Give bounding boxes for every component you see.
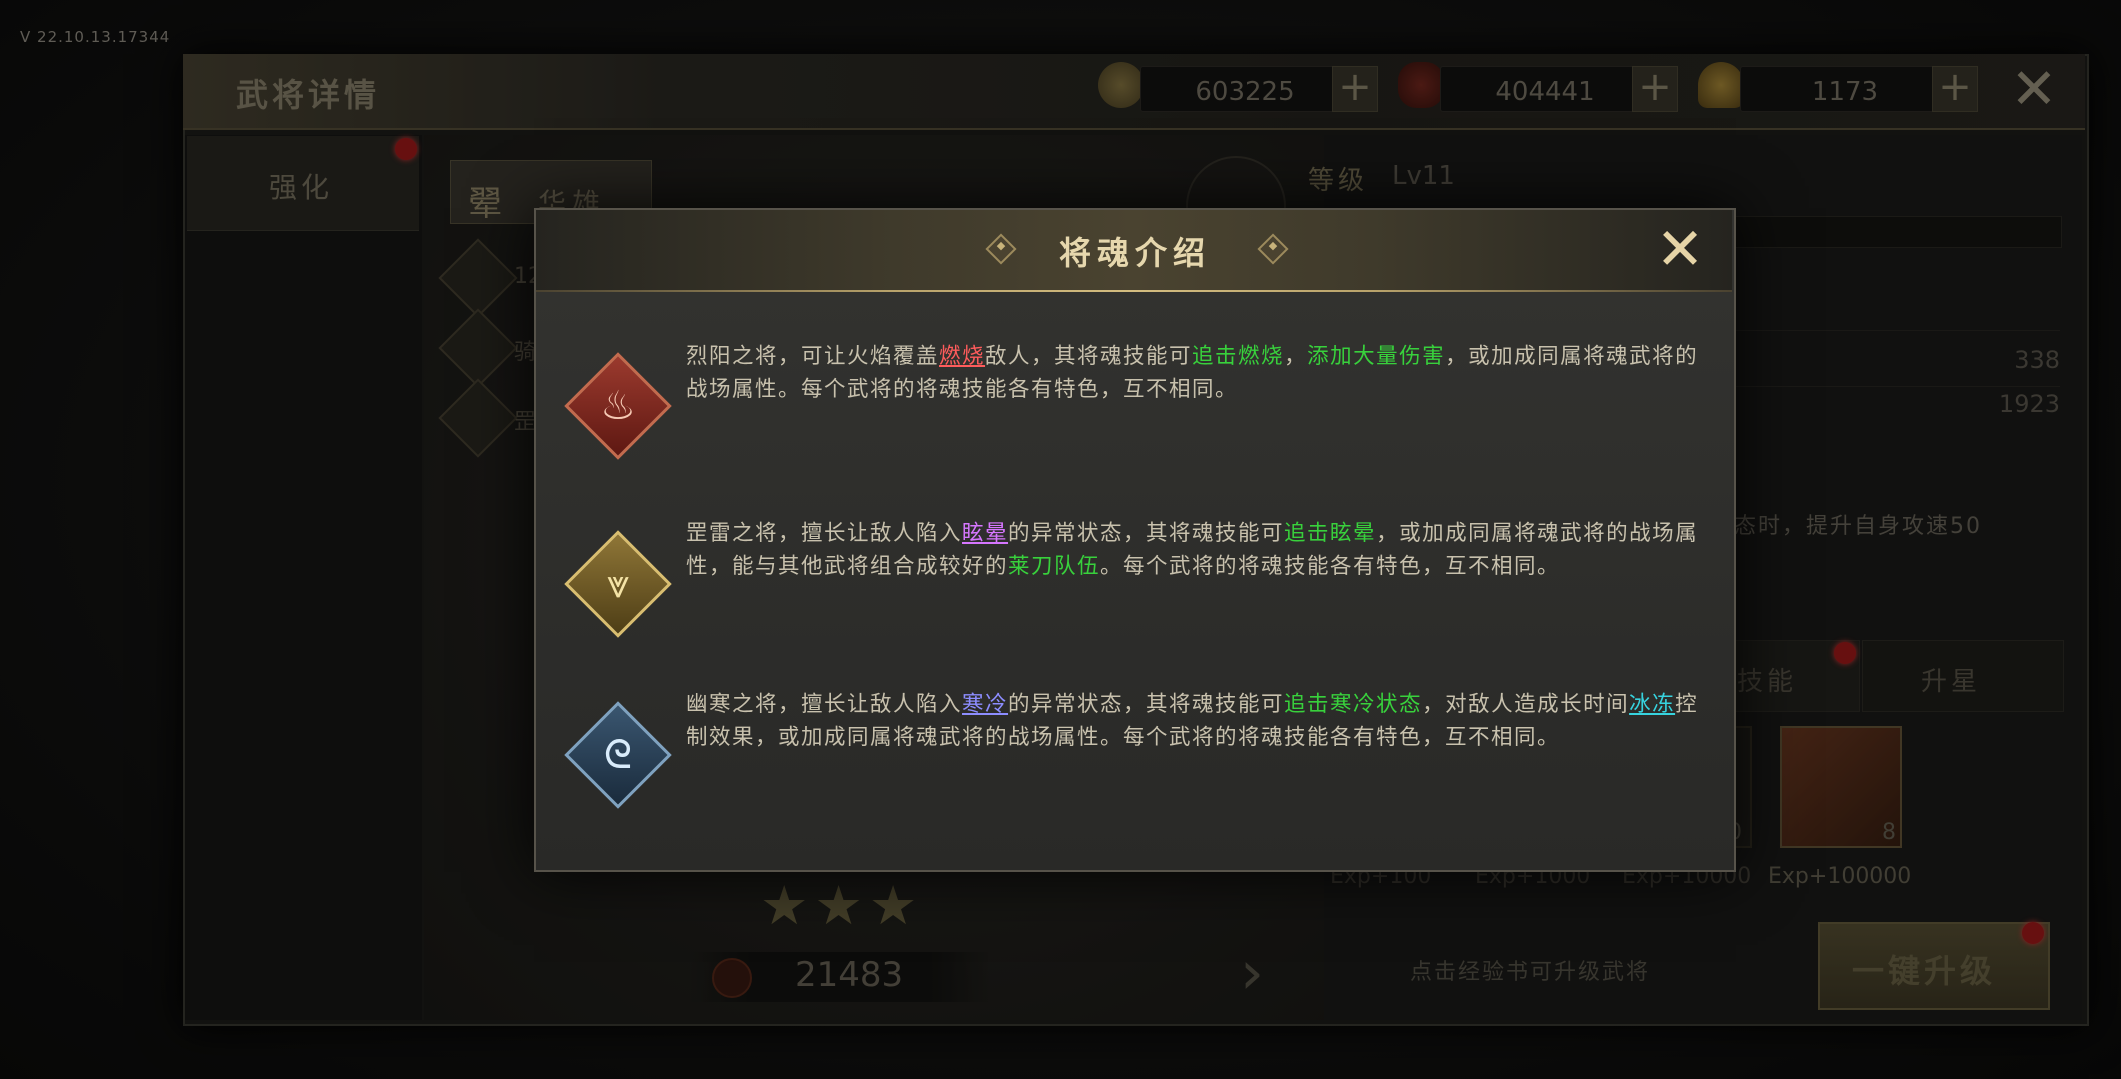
dialog-close-icon[interactable]: ✕ [1652, 220, 1708, 278]
frost-soul-description: 幽寒之将，擅长让敌人陷入寒冷的异常状态，其将魂技能可追击寒冷状态，对敌人造成长时… [686, 692, 1699, 750]
fire-soul-description: 烈阳之将，可让火焰覆盖燃烧敌人，其将魂技能可追击燃烧，添加大量伤害，或加成同属将… [686, 344, 1699, 402]
dialog-title: 将魂介绍 [1058, 234, 1211, 272]
keyword-heavy-damage: 添加大量伤害 [1307, 344, 1446, 369]
keyword-chase-cold: 追击寒冷状态 [1284, 692, 1423, 717]
thunder-soul-description: 罡雷之将，擅长让敌人陷入眩晕的异常状态，其将魂技能可追击眩晕，或加成同属将魂武将… [686, 521, 1699, 579]
dialog-header-divider [536, 290, 1732, 292]
keyword-freeze: 冰冻 [1629, 692, 1676, 717]
keyword-chase-stun: 追击眩晕 [1284, 521, 1377, 546]
keyword-burn: 燃烧 [939, 344, 986, 369]
keyword-stun: 眩晕 [962, 521, 1009, 546]
keyword-cold: 寒冷 [962, 692, 1009, 717]
keyword-team: 莱刀队伍 [1008, 554, 1101, 579]
keyword-chase-burn: 追击燃烧 [1192, 344, 1285, 369]
